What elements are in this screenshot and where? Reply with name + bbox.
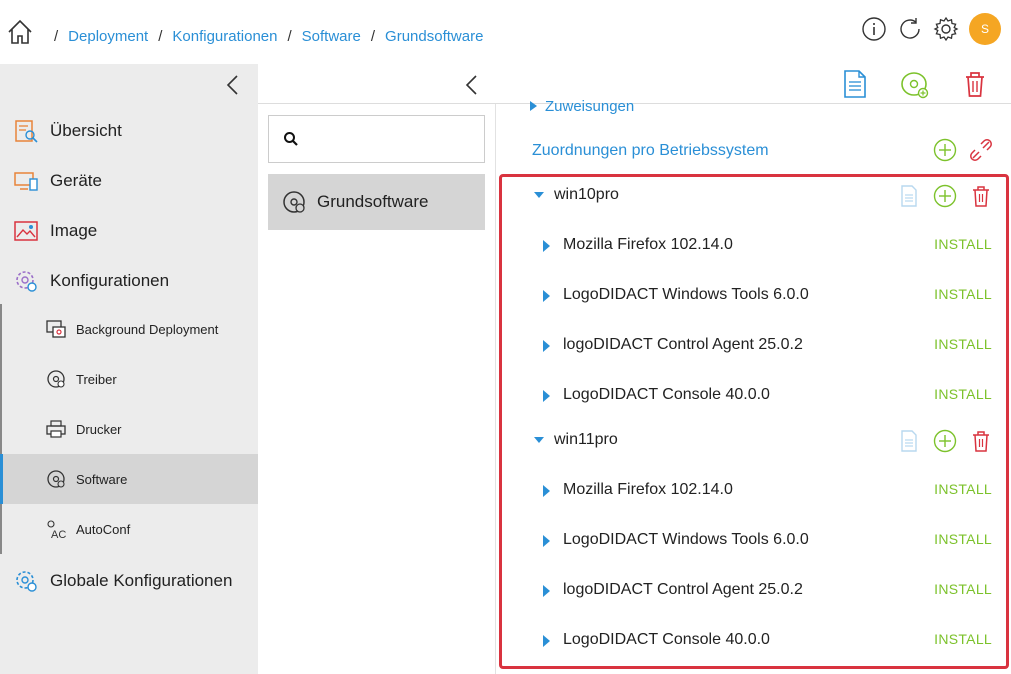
- panel-collapse-icon[interactable]: [464, 74, 480, 96]
- sidebar-item-image[interactable]: Image: [0, 206, 258, 256]
- list-item-label: Grundsoftware: [317, 192, 429, 211]
- sidebar-item-geraete[interactable]: Geräte: [0, 156, 258, 206]
- add-software-icon[interactable]: [899, 68, 931, 100]
- breadcrumb-separator: /: [287, 28, 292, 45]
- sidebar-item-globale-konfigurationen[interactable]: Globale Konfigurationen: [0, 556, 258, 606]
- refresh-icon[interactable]: [897, 16, 923, 42]
- highlight-box: [499, 174, 1009, 669]
- search-icon: [284, 132, 298, 146]
- driver-icon: [47, 370, 65, 388]
- breadcrumb-grundsoftware[interactable]: Grundsoftware: [385, 28, 483, 45]
- gear-icon[interactable]: [933, 16, 959, 42]
- per-os-heading: Zuordnungen pro Betriebssystem: [532, 142, 769, 159]
- breadcrumb-separator: /: [54, 28, 59, 45]
- global-configurations-icon: [16, 571, 37, 592]
- sidebar-item-label: Globale Konfigurationen: [50, 571, 233, 590]
- devices-icon: [14, 172, 38, 191]
- info-icon[interactable]: [861, 16, 887, 42]
- sidebar-subitem-label: AutoConf: [76, 521, 131, 537]
- breadcrumb-separator: /: [370, 28, 376, 45]
- configurations-icon: [16, 271, 37, 292]
- sidebar-subitem-background-deployment[interactable]: Background Deployment: [0, 304, 258, 354]
- search-input[interactable]: [268, 115, 485, 163]
- software-icon: [47, 470, 65, 488]
- software-icon: [283, 191, 305, 213]
- sidebar-item-label: Geräte: [50, 171, 102, 190]
- add-icon[interactable]: [933, 138, 957, 162]
- assignments-toggle[interactable]: Zuweisungen: [530, 98, 634, 115]
- document-icon[interactable]: [839, 68, 871, 100]
- unlink-icon[interactable]: [969, 138, 993, 162]
- svg-text:AC: AC: [51, 529, 66, 540]
- sidebar-subitem-label: Treiber: [76, 371, 117, 387]
- sidebar-subitem-label: Software: [76, 471, 128, 487]
- sidebar-item-label: Konfigurationen: [50, 271, 170, 290]
- background-deployment-icon: [46, 320, 66, 338]
- sidebar-subitem-drucker[interactable]: Drucker: [0, 404, 258, 454]
- breadcrumb-deployment[interactable]: Deployment: [68, 28, 148, 45]
- trash-icon[interactable]: [959, 68, 991, 100]
- breadcrumb: / Deployment / Konfigurationen / Softwar…: [44, 28, 483, 45]
- sidebar-subitem-treiber[interactable]: Treiber: [0, 354, 258, 404]
- sidebar-subitem-software[interactable]: Software: [0, 454, 258, 504]
- breadcrumb-separator: /: [158, 28, 163, 45]
- sidebar-subitem-autoconf[interactable]: AC AutoConf: [0, 504, 258, 554]
- breadcrumb-software[interactable]: Software: [302, 28, 361, 45]
- list-item-grundsoftware[interactable]: Grundsoftware: [268, 174, 485, 230]
- user-avatar[interactable]: S: [969, 13, 1001, 45]
- sidebar-item-label: Übersicht: [50, 121, 122, 140]
- sidebar-item-konfigurationen[interactable]: Konfigurationen: [0, 256, 258, 306]
- active-indicator: [0, 454, 3, 504]
- sidebar: Übersicht Geräte Image Konfigurationen B…: [0, 64, 258, 674]
- sidebar-subitem-label: Background Deployment: [76, 321, 219, 337]
- sidebar-item-uebersicht[interactable]: Übersicht: [0, 106, 258, 156]
- top-bar: / Deployment / Konfigurationen / Softwar…: [0, 0, 1011, 64]
- sidebar-item-label: Image: [50, 221, 98, 240]
- assignments-label: Zuweisungen: [545, 98, 635, 115]
- image-icon: [14, 221, 38, 241]
- autoconf-icon: AC: [47, 520, 66, 540]
- home-icon[interactable]: [6, 18, 34, 46]
- overview-icon: [15, 120, 38, 143]
- list-panel: Grundsoftware: [258, 64, 1011, 674]
- expand-icon: [530, 101, 537, 111]
- breadcrumb-konfigurationen[interactable]: Konfigurationen: [172, 28, 277, 45]
- sidebar-subitem-label: Drucker: [76, 421, 122, 437]
- printer-icon: [46, 420, 66, 438]
- sidebar-collapse-icon[interactable]: [224, 74, 242, 96]
- detail-toolbar: [839, 68, 991, 100]
